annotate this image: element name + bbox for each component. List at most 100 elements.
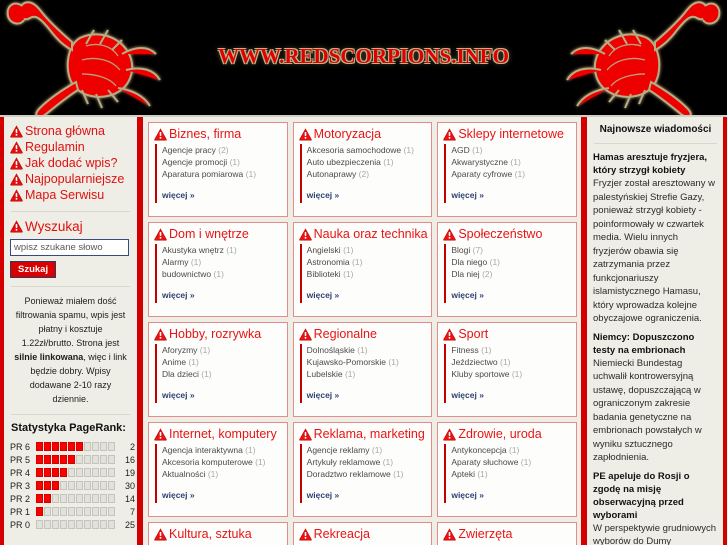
divider [11,286,130,287]
subcategory-link[interactable]: Dla niej (2) [451,268,571,280]
subcategory-link[interactable]: Akustyka wnętrz (1) [162,244,282,256]
category-heading[interactable]: Sport [443,327,571,341]
subcategory-link[interactable]: Biblioteki (1) [307,268,427,280]
pagerank-segment [52,481,59,490]
more-link[interactable]: więcej » [451,190,484,200]
more-link[interactable]: więcej » [162,290,195,300]
subcategory-link[interactable]: Agencje reklamy (1) [307,444,427,456]
pagerank-segment [92,494,99,503]
category-body: Agencje pracy (2) Agencje promocji (1) Apa… [155,144,282,203]
category-heading[interactable]: Reklama, marketing [298,427,427,441]
category-heading[interactable]: Rekreacja [298,527,427,541]
subcategory-link[interactable]: Dla niego (1) [451,256,571,268]
subcategory-link[interactable]: Akcesoria komputerowe (1) [162,456,282,468]
subcategory-link[interactable]: Autonaprawy (2) [307,168,427,180]
subcategory-link[interactable]: Akcesoria samochodowe (1) [307,144,427,156]
subcategory-link[interactable]: Aparaty cyfrowe (1) [451,168,571,180]
pagerank-segment [68,468,75,477]
subcategory-link[interactable]: Aparatura pomiarowa (1) [162,168,282,180]
category-box: Hobby, rozrywka Aforyzmy (1) Anime (1) Dla … [148,322,288,417]
category-heading[interactable]: Internet, komputery [154,427,282,441]
category-heading[interactable]: Zwierzęta [443,527,571,541]
subcategory-link[interactable]: Lubelskie (1) [307,368,427,380]
category-box: Zdrowie, uroda Antykoncepcja (1) Aparaty s… [437,422,577,517]
subcategory-link[interactable]: Artykuły reklamowe (1) [307,456,427,468]
more-link[interactable]: więcej » [451,290,484,300]
more-link[interactable]: więcej » [451,490,484,500]
sidebar-nav-item[interactable]: Regulamin [10,139,131,155]
subcategory-name: Dolnośląskie [306,345,355,355]
subcategory-link[interactable]: Kluby sportowe (1) [451,368,571,380]
subcategory-count: (1) [472,145,483,155]
news-body: W perspektywie grudniowych wyborów do Du… [593,522,717,545]
more-link[interactable]: więcej » [307,490,340,500]
pagerank-segment [92,520,99,529]
subcategory-link[interactable]: Blogi (7) [451,244,571,256]
subcategory-link[interactable]: Agencje pracy (2) [162,144,282,156]
sidebar-nav-item[interactable]: Jak dodać wpis? [10,155,131,171]
category-heading[interactable]: Sklepy internetowe [443,127,571,141]
subcategory-link[interactable]: Aforyzmy (1) [162,344,282,356]
more-link[interactable]: więcej » [307,390,340,400]
subcategory-link[interactable]: Auto ubezpieczenia (1) [307,156,427,168]
subcategory-link[interactable]: Apteki (1) [451,468,571,480]
subcategory-count: (1) [199,345,211,355]
category-heading[interactable]: Motoryzacja [298,127,427,141]
subcategory-link[interactable]: budownictwo (1) [162,268,282,280]
subcategory-name: Astronomia [306,257,350,267]
more-link[interactable]: więcej » [162,490,195,500]
subcategory-link[interactable]: Dla dzieci (1) [162,368,282,380]
category-title: Dom i wnętrze [169,227,249,241]
subcategory-link[interactable]: Agencje promocji (1) [162,156,282,168]
subcategory-link[interactable]: Aparaty słuchowe (1) [451,456,571,468]
pagerank-segment [84,520,91,529]
warning-triangle-icon [443,327,457,341]
subcategory-link[interactable]: Aktualności (1) [162,468,282,480]
news-headline[interactable]: Niemcy: Dopuszczono testy na embrionach [593,331,718,357]
notice-text-part1: Ponieważ miałem dość filtrowania spamu, … [15,296,126,348]
sidebar-nav-item[interactable]: Mapa Serwisu [10,187,131,203]
more-link[interactable]: więcej » [307,290,340,300]
subcategory-link[interactable]: Alarmy (1) [162,256,282,268]
warning-triangle-icon [298,327,312,341]
pagerank-segment [84,507,91,516]
subcategory-name: Autonaprawy [306,169,357,179]
subcategory-link[interactable]: Kujawsko-Pomorskie (1) [307,356,427,368]
pagerank-label: PR 4 [10,467,31,478]
category-heading[interactable]: Biznes, firma [154,127,282,141]
subcategory-link[interactable]: Anime (1) [162,356,282,368]
sidebar-nav-item[interactable]: Strona główna [10,123,131,139]
subcategory-count: (1) [201,369,212,379]
search-button[interactable]: Szukaj [10,261,57,278]
sidebar-nav-item[interactable]: Najpopularniejsze [10,171,131,187]
news-headline[interactable]: PE apeluje do Rosji o zgodę na misję obs… [593,470,718,522]
more-link[interactable]: więcej » [162,390,195,400]
subcategory-link[interactable]: Doradztwo reklamowe (1) [307,468,427,480]
category-heading[interactable]: Regionalne [298,327,427,341]
pagerank-segment [44,494,51,503]
more-link[interactable]: więcej » [451,390,484,400]
category-heading[interactable]: Zdrowie, uroda [443,427,571,441]
news-headline[interactable]: Hamas aresztuje fryzjera, który strzygł … [593,151,718,177]
pagerank-segment [52,520,59,529]
subcategory-link[interactable]: AGD (1) [451,144,571,156]
category-heading[interactable]: Nauka oraz technika [298,227,428,241]
subcategory-count: (1) [188,357,199,367]
category-heading[interactable]: Kultura, sztuka [154,527,282,541]
subcategory-link[interactable]: Akwarystyczne (1) [451,156,571,168]
subcategory-link[interactable]: Agencja interaktywna (1) [162,444,282,456]
more-link[interactable]: więcej » [162,190,195,200]
category-heading[interactable]: Dom i wnętrze [154,227,282,241]
search-input[interactable] [10,239,129,256]
more-link[interactable]: więcej » [307,190,340,200]
subcategory-link[interactable]: Angielski (1) [307,244,427,256]
subcategory-link[interactable]: Antykoncepcja (1) [451,444,571,456]
subcategory-link[interactable]: Fitness (1) [451,344,571,356]
category-heading[interactable]: Hobby, rozrywka [154,327,282,341]
subcategory-link[interactable]: Jeździectwo (1) [451,356,571,368]
category-heading[interactable]: Społeczeństwo [443,227,571,241]
pagerank-segment [92,468,99,477]
subcategory-link[interactable]: Astronomia (1) [307,256,427,268]
subcategory-link[interactable]: Dolnośląskie (1) [307,344,427,356]
warning-triangle-icon [154,427,167,441]
